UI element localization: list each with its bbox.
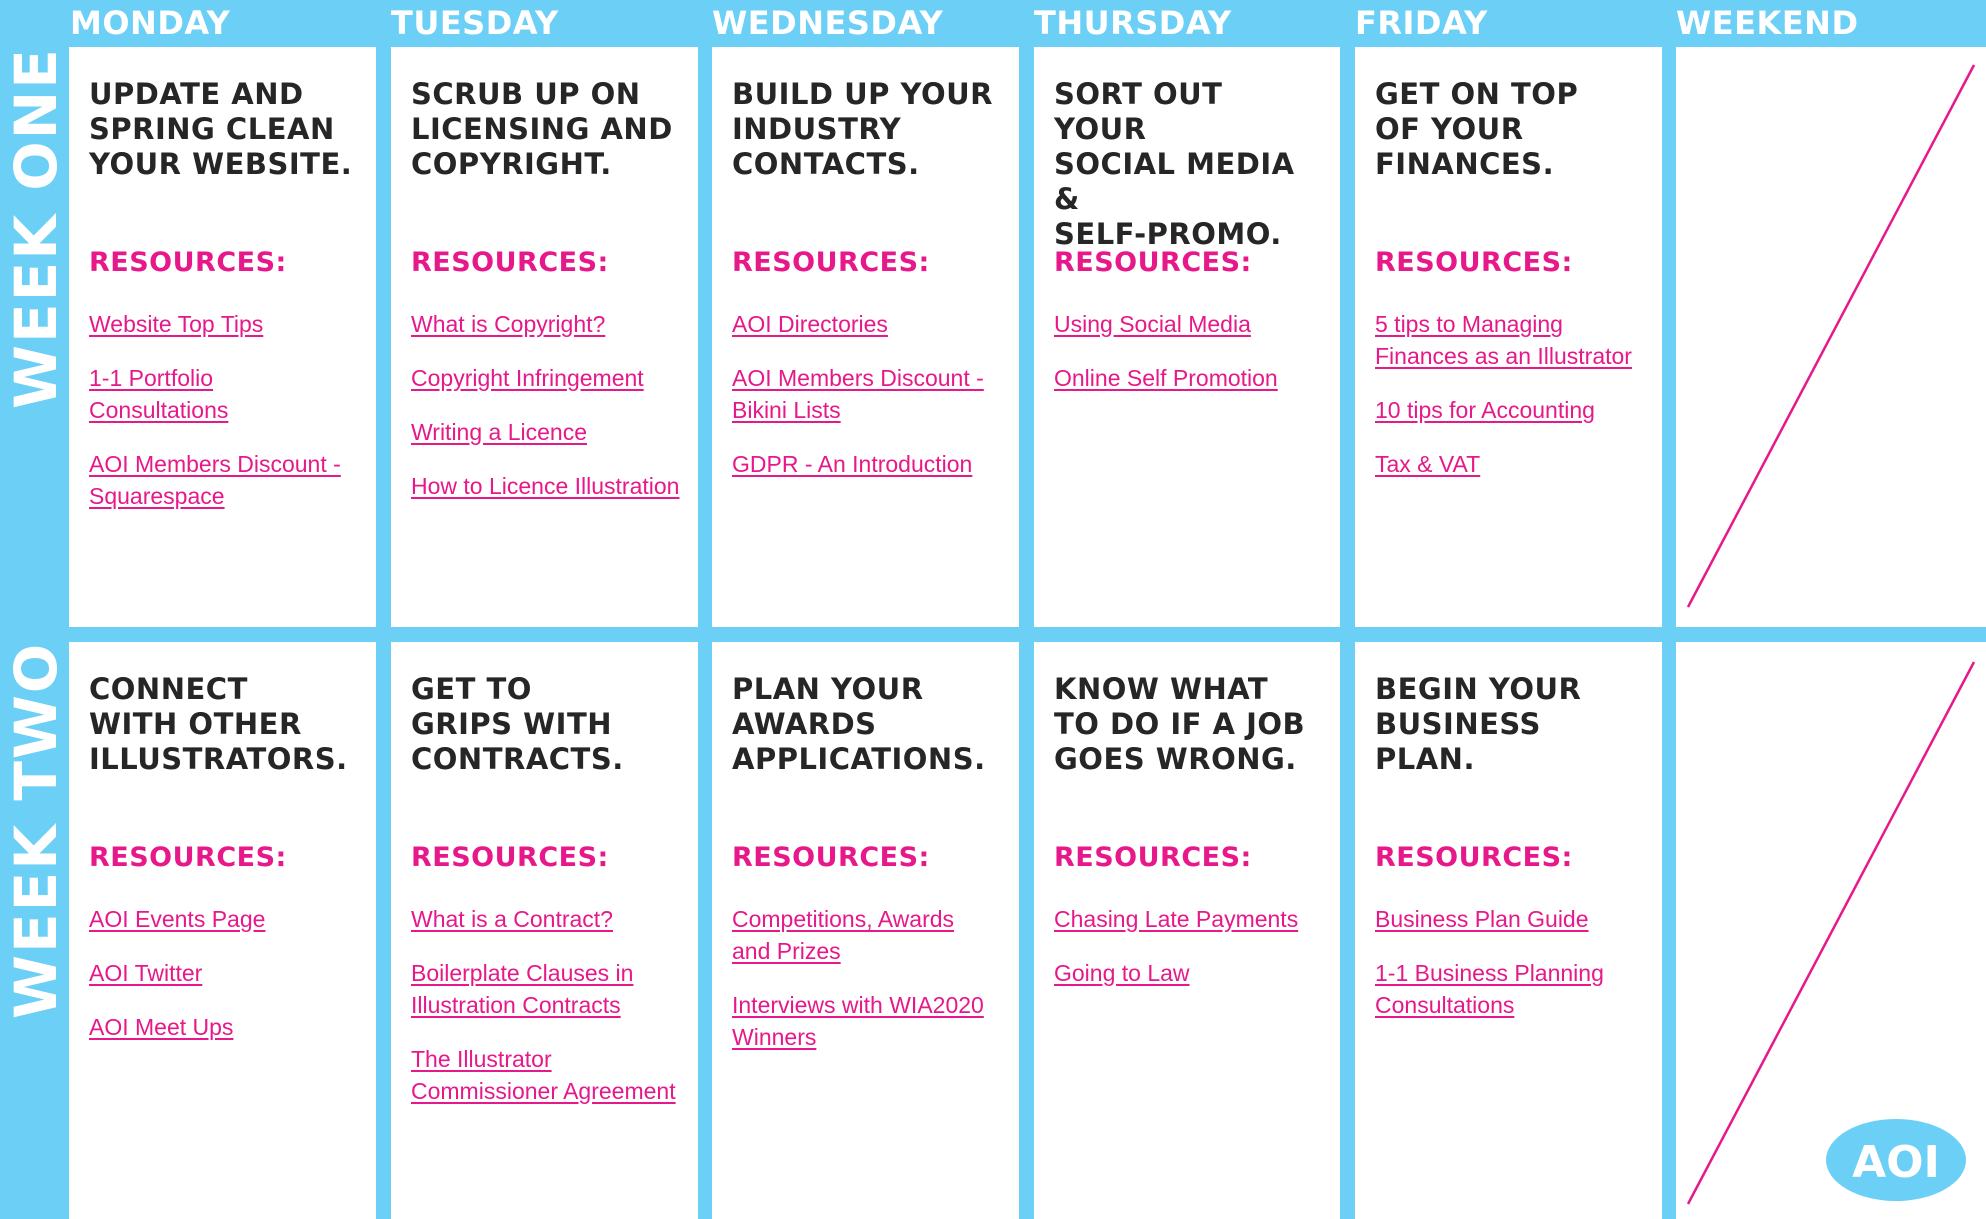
resource-link[interactable]: GDPR - An Introduction [732,448,972,480]
task-title: SCRUB UP ON LICENSING AND COPYRIGHT. [411,77,673,181]
resource-link[interactable]: Going to Law [1054,957,1190,989]
task-card-week1-tuesday: SCRUB UP ON LICENSING AND COPYRIGHT. RES… [391,47,698,627]
resource-link[interactable]: AOI Members Discount - Squarespace [89,448,341,512]
resource-link[interactable]: 10 tips for Accounting [1375,394,1595,426]
day-header-wednesday: WEDNESDAY [712,4,944,42]
task-title: BEGIN YOUR BUSINESS PLAN. [1375,672,1582,776]
resource-link[interactable]: Interviews with WIA2020 Winners [732,989,984,1053]
task-card-week2-wednesday: PLAN YOUR AWARDS APPLICATIONS. RESOURCES… [712,642,1019,1219]
day-header-weekend: WEEKEND [1676,4,1859,42]
resource-links: AOI Events Page AOI Twitter AOI Meet Ups [89,903,358,1043]
task-title: CONNECT WITH OTHER ILLUSTRATORS. [89,672,348,776]
resource-link[interactable]: Chasing Late Payments [1054,903,1298,935]
resource-link[interactable]: AOI Events Page [89,903,265,935]
resource-link[interactable]: How to Licence Illustration [411,470,679,502]
resource-link[interactable]: 5 tips to Managing Finances as an Illust… [1375,308,1632,372]
resource-link[interactable]: 1-1 Portfolio Consultations [89,362,228,426]
resource-link[interactable]: AOI Twitter [89,957,202,989]
resource-link[interactable]: Copyright Infringement [411,362,644,394]
resources-label: RESOURCES: [732,842,930,873]
resources-label: RESOURCES: [89,247,287,278]
day-header-thursday: THURSDAY [1034,4,1232,42]
task-card-week1-thursday: SORT OUT YOUR SOCIAL MEDIA & SELF-PROMO.… [1034,47,1340,627]
week-one-label: WEEK ONE [2,47,70,409]
resource-link[interactable]: AOI Members Discount - Bikini Lists [732,362,984,426]
resource-link[interactable]: Using Social Media [1054,308,1251,340]
resource-links: Chasing Late Payments Going to Law [1054,903,1322,989]
resource-link[interactable]: AOI Meet Ups [89,1011,233,1043]
aoi-logo-text: AOI [1852,1137,1940,1188]
day-header-tuesday: TUESDAY [391,4,559,42]
resource-links: AOI Directories AOI Members Discount - B… [732,308,1001,480]
resource-links: Competitions, Awards and Prizes Intervie… [732,903,1001,1053]
resources-label: RESOURCES: [1054,842,1252,873]
resource-links: 5 tips to Managing Finances as an Illust… [1375,308,1644,480]
task-title: BUILD UP YOUR INDUSTRY CONTACTS. [732,77,993,181]
task-title: UPDATE AND SPRING CLEAN YOUR WEBSITE. [89,77,353,181]
resource-link[interactable]: 1-1 Business Planning Consultations [1375,957,1604,1021]
task-card-week2-friday: BEGIN YOUR BUSINESS PLAN. RESOURCES: Bus… [1355,642,1662,1219]
weekend-card-week1 [1676,47,1986,627]
task-card-week1-monday: UPDATE AND SPRING CLEAN YOUR WEBSITE. RE… [69,47,376,627]
resources-label: RESOURCES: [411,842,609,873]
aoi-logo: AOI [1826,1119,1966,1201]
resources-label: RESOURCES: [1375,842,1573,873]
resource-link[interactable]: What is a Contract? [411,903,613,935]
task-title: GET ON TOP OF YOUR FINANCES. [1375,77,1579,181]
task-title: PLAN YOUR AWARDS APPLICATIONS. [732,672,986,776]
resource-link[interactable]: Website Top Tips [89,308,263,340]
task-card-week1-friday: GET ON TOP OF YOUR FINANCES. RESOURCES: … [1355,47,1662,627]
resource-link[interactable]: Writing a Licence [411,416,587,448]
resource-link[interactable]: AOI Directories [732,308,888,340]
task-card-week1-wednesday: BUILD UP YOUR INDUSTRY CONTACTS. RESOURC… [712,47,1019,627]
task-card-week2-tuesday: GET TO GRIPS WITH CONTRACTS. RESOURCES: … [391,642,698,1219]
task-card-week2-thursday: KNOW WHAT TO DO IF A JOB GOES WRONG. RES… [1034,642,1340,1219]
resource-link[interactable]: The Illustrator Commissioner Agreement [411,1043,676,1107]
task-card-week2-monday: CONNECT WITH OTHER ILLUSTRATORS. RESOURC… [69,642,376,1219]
resource-link[interactable]: What is Copyright? [411,308,605,340]
resource-link[interactable]: Tax & VAT [1375,448,1480,480]
resource-link[interactable]: Business Plan Guide [1375,903,1589,935]
task-title: KNOW WHAT TO DO IF A JOB GOES WRONG. [1054,672,1306,776]
resource-links: Business Plan Guide 1-1 Business Plannin… [1375,903,1644,1021]
resources-label: RESOURCES: [1054,247,1252,278]
day-header-monday: MONDAY [70,4,231,42]
resource-links: What is Copyright? Copyright Infringemen… [411,308,680,502]
resource-links: Website Top Tips 1-1 Portfolio Consultat… [89,308,358,512]
task-title: SORT OUT YOUR SOCIAL MEDIA & SELF-PROMO. [1054,77,1295,251]
task-title: GET TO GRIPS WITH CONTRACTS. [411,672,624,776]
resource-links: Using Social Media Online Self Promotion [1054,308,1322,394]
resource-link[interactable]: Competitions, Awards and Prizes [732,903,954,967]
week-two-label: WEEK TWO [2,642,70,1020]
day-header-friday: FRIDAY [1355,4,1488,42]
resources-label: RESOURCES: [411,247,609,278]
resource-link[interactable]: Boilerplate Clauses in Illustration Cont… [411,957,633,1021]
resource-links: What is a Contract? Boilerplate Clauses … [411,903,680,1107]
resources-label: RESOURCES: [89,842,287,873]
resource-link[interactable]: Online Self Promotion [1054,362,1278,394]
resources-label: RESOURCES: [1375,247,1573,278]
weekend-strike-line [1686,64,1976,608]
resources-label: RESOURCES: [732,247,930,278]
